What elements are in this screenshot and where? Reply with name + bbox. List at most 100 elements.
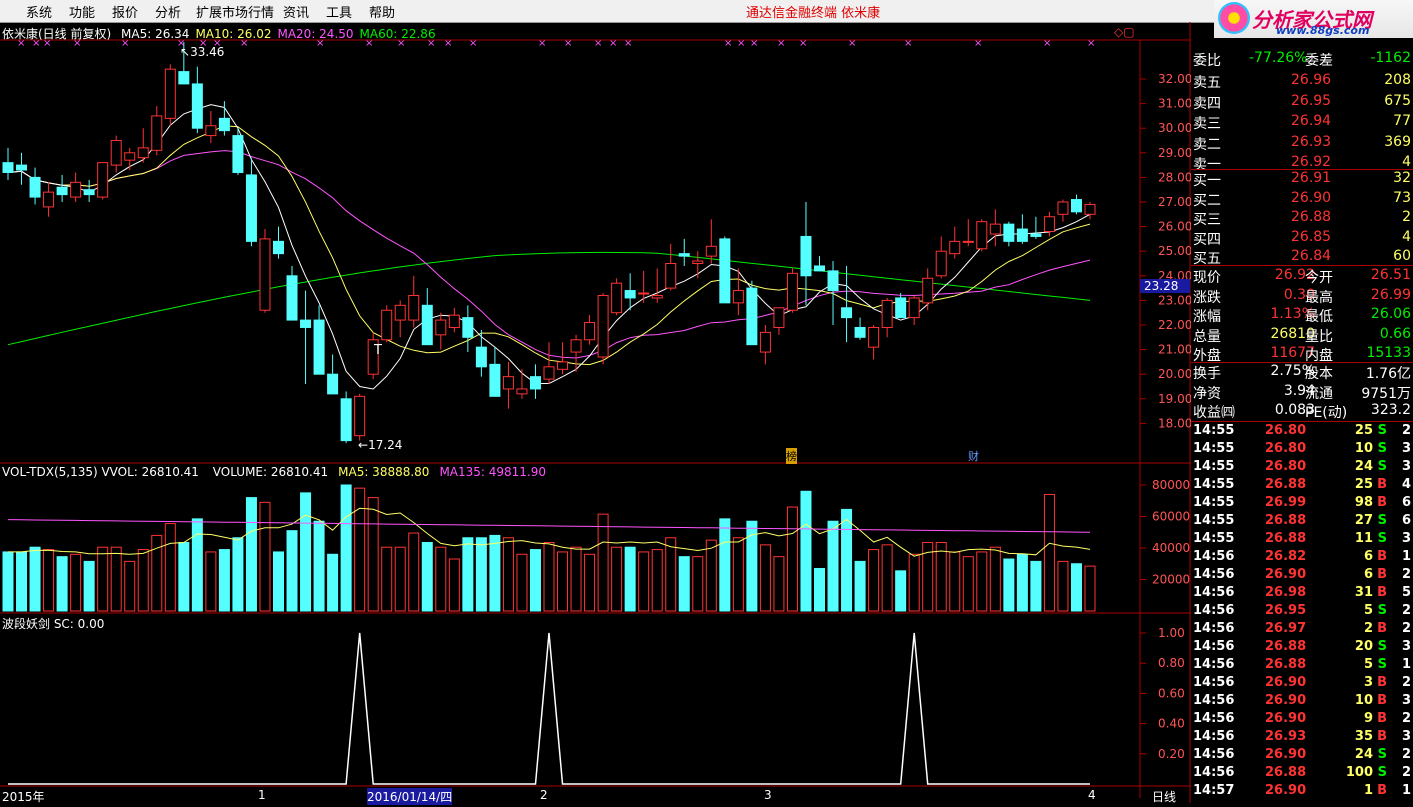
tick-direction: B [1377, 495, 1387, 510]
candle-body [340, 398, 352, 442]
tick-price: 26.90 [1265, 711, 1307, 726]
tick-row: 14:56 26.88 20 S 3 [1191, 639, 1413, 657]
window-controls-icon[interactable]: ◇▢ [1114, 25, 1135, 39]
candle-body [895, 297, 907, 319]
indicator-tick-label: 1.00 [1158, 626, 1185, 640]
tick-direction: B [1377, 729, 1387, 744]
volume-bar [137, 549, 149, 612]
stat-row: 总量 26810 量比 0.66 [1191, 326, 1413, 345]
tick-row: 14:55 26.80 10 S 3 [1191, 441, 1413, 459]
menu-analysis[interactable]: 分析 [155, 2, 181, 21]
period-button[interactable]: 日线 [1152, 788, 1176, 805]
candle-body [394, 304, 406, 321]
signal-x-marker: × [538, 38, 546, 49]
volume-bar [178, 541, 190, 612]
tick-count: 1 [1401, 549, 1411, 564]
menu-quote[interactable]: 报价 [112, 2, 138, 21]
price-tick-label: 28.00 [1158, 170, 1191, 184]
stat2-row: 净资 3.94 流通 9751万 [1191, 383, 1413, 402]
menu-news[interactable]: 资讯 [283, 2, 309, 21]
candle-body [164, 68, 176, 119]
volume-bar [29, 546, 41, 612]
menu-system[interactable]: 系统 [26, 2, 52, 21]
sep-ticks [1191, 421, 1413, 422]
signal-x-marker: × [848, 38, 856, 49]
volume-bar [543, 541, 555, 612]
tick-row: 14:56 26.95 5 S 2 [1191, 603, 1413, 621]
bid-volume: 32 [1393, 170, 1411, 186]
ask-volume: 4 [1402, 154, 1411, 170]
price-tick-label: 30.00 [1158, 121, 1191, 135]
volume-bar [273, 551, 284, 612]
tick-time: 14:56 [1193, 747, 1235, 762]
tick-price: 26.90 [1265, 675, 1307, 690]
ma-label: MA5: 26.34 [121, 27, 190, 41]
stat-row: 涨幅 1.13% 最低 26.06 [1191, 306, 1413, 325]
candle-body [435, 319, 447, 336]
tick-time: 14:55 [1193, 459, 1235, 474]
tick-row: 14:56 26.88 100 S 2 [1191, 765, 1413, 783]
bid-price: 26.91 [1291, 170, 1332, 186]
stat-label: PE(动) [1305, 405, 1348, 421]
main-header: 依米康(日线 前复权) MA5: 26.34 MA10: 26.02 MA20: 2… [2, 25, 436, 42]
signal-x-marker: × [904, 38, 912, 49]
candle-body [678, 253, 690, 257]
signal-x-marker: × [469, 38, 477, 49]
candle-body [1016, 228, 1028, 242]
tick-direction: B [1377, 621, 1387, 636]
volume-bar [529, 549, 541, 612]
ask-price: 26.92 [1291, 154, 1332, 170]
marker-cai[interactable]: 财 [968, 448, 979, 464]
tick-time: 14:55 [1193, 477, 1235, 492]
volume-bar [16, 551, 28, 612]
tick-row: 14:56 26.90 24 S 2 [1191, 747, 1413, 765]
stat-label: 量比 [1305, 328, 1333, 345]
tick-volume: 100 [1345, 765, 1373, 780]
chart-area[interactable]: 32.00 31.00 30.00 29.00 28.00 27.00 26.00 25.00… [0, 22, 1192, 805]
price-tick-label: 29.00 [1158, 146, 1191, 160]
tick-price: 26.80 [1265, 423, 1307, 438]
ma-label: MA10: 26.02 [195, 27, 272, 41]
volume-bar [502, 537, 514, 612]
signal-x-marker: × [609, 38, 617, 49]
volume-bar [800, 490, 812, 612]
tick-count: 2 [1401, 765, 1411, 780]
candle-body [70, 181, 82, 198]
ask-row: 卖四 26.95 675 [1191, 93, 1413, 112]
volume-bar [218, 549, 230, 612]
tick-price: 26.82 [1265, 549, 1307, 564]
tick-direction: S [1377, 531, 1387, 546]
t-marker: T [373, 343, 382, 358]
tick-volume: 5 [1363, 603, 1373, 618]
tick-price: 26.80 [1265, 441, 1307, 456]
tick-count: 3 [1401, 729, 1411, 744]
tick-volume: 24 [1354, 459, 1373, 474]
tick-time: 14:55 [1193, 531, 1235, 546]
stat-label: 涨幅 [1193, 309, 1221, 325]
volume-tick-label: 80000 [1152, 478, 1190, 492]
sep-stats2 [1191, 362, 1413, 363]
tick-count: 3 [1401, 459, 1411, 474]
kline-chart[interactable]: 32.0031.0030.0029.0028.0027.0026.0025.00… [0, 22, 1192, 803]
price-tick-label: 31.00 [1158, 97, 1191, 111]
ask-volume: 208 [1384, 72, 1411, 88]
signal-x-marker: × [564, 38, 572, 49]
tick-row: 14:55 26.99 98 B 6 [1191, 495, 1413, 513]
volume-bar [340, 484, 352, 612]
tick-count: 4 [1401, 477, 1411, 492]
bid-row: 买四 26.85 4 [1191, 229, 1413, 248]
tick-count: 2 [1401, 711, 1411, 726]
marker-bang[interactable]: 榜 [786, 448, 797, 464]
tick-direction: B [1377, 675, 1387, 690]
tick-count: 1 [1401, 783, 1411, 798]
signal-x-marker: × [777, 38, 785, 49]
tick-time: 14:56 [1193, 729, 1235, 744]
tick-direction: S [1377, 747, 1387, 762]
menu-tools[interactable]: 工具 [326, 2, 352, 21]
menu-help[interactable]: 帮助 [369, 2, 395, 21]
ask-price: 26.96 [1291, 72, 1332, 88]
x-label-date-cursor: 2016/01/14/四 [367, 788, 453, 805]
menu-function[interactable]: 功能 [69, 2, 95, 21]
menu-extended-market[interactable]: 扩展市场行情 [196, 2, 274, 21]
ask-price: 26.95 [1291, 92, 1332, 109]
